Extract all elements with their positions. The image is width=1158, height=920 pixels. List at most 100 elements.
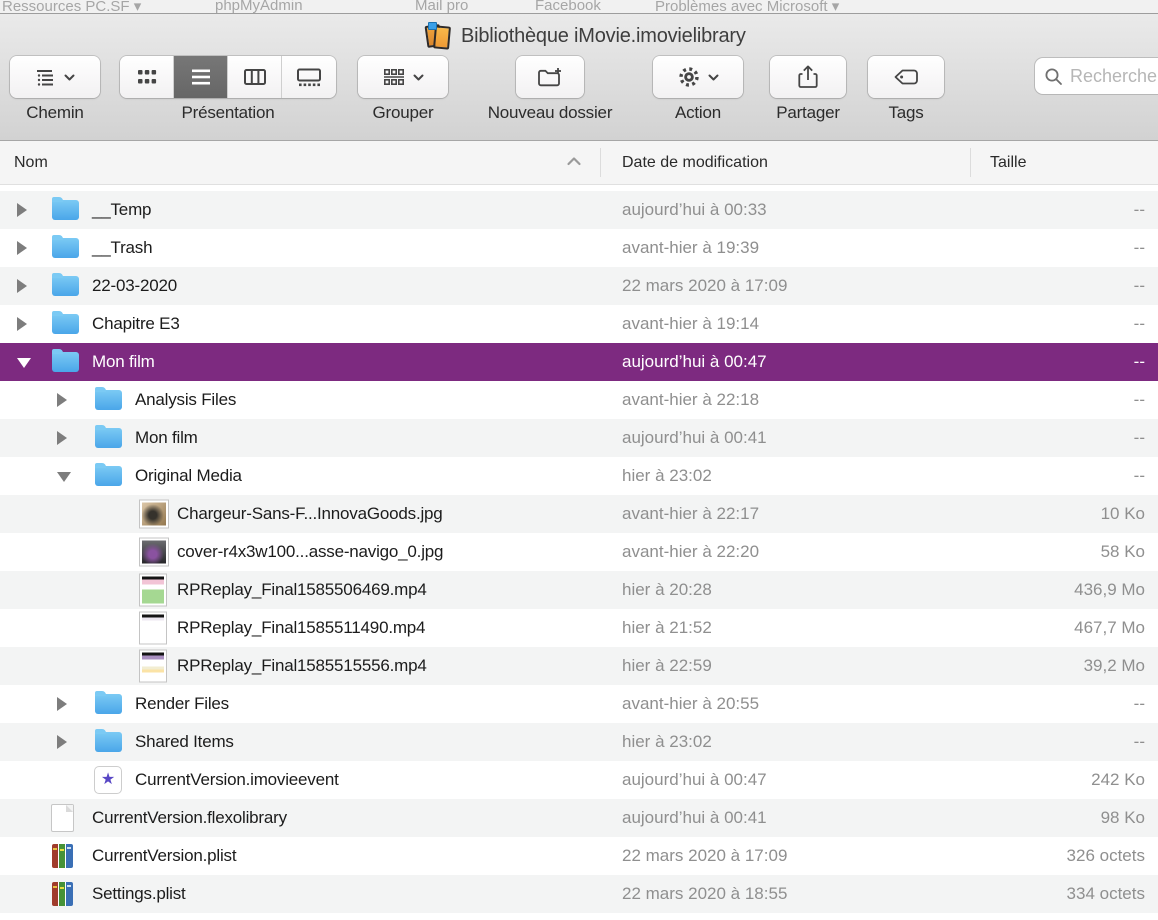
column-header-date[interactable]: Date de modification xyxy=(622,141,768,185)
table-row[interactable]: Original Media hier à 23:02 -- xyxy=(0,457,1158,495)
jpg-chargeur-icon xyxy=(140,500,168,528)
new-folder-button[interactable] xyxy=(516,56,584,98)
action-button[interactable] xyxy=(653,56,743,98)
toolbar: Chemin Présentation Grouper Nouveau doss… xyxy=(0,55,1158,141)
file-name: Original Media xyxy=(135,466,242,485)
file-size: -- xyxy=(1133,200,1145,219)
group-icon xyxy=(383,68,404,86)
file-modified-date: hier à 23:02 xyxy=(622,466,712,485)
table-row[interactable]: CurrentVersion.flexolibrary aujourd’hui … xyxy=(0,799,1158,837)
file-size: -- xyxy=(1133,390,1145,409)
table-row[interactable]: RPReplay_Final1585506469.mp4 hier à 20:2… xyxy=(0,571,1158,609)
disclosure-triangle-icon[interactable] xyxy=(17,279,27,293)
action-button-label: Action xyxy=(674,103,722,122)
window-title: Bibliothèque iMovie.imovielibrary xyxy=(424,22,746,51)
file-modified-date: aujourd’hui à 00:41 xyxy=(622,808,767,827)
view-columns-segment[interactable] xyxy=(228,56,282,98)
file-size: -- xyxy=(1133,314,1145,333)
table-row[interactable]: __Trash avant-hier à 19:39 -- xyxy=(0,229,1158,267)
titlebar: Bibliothèque iMovie.imovielibrary xyxy=(0,14,1158,55)
window-title-text: Bibliothèque iMovie.imovielibrary xyxy=(461,25,746,47)
disclosure-triangle-icon[interactable] xyxy=(17,203,27,217)
table-row[interactable]: RPReplay_Final1585515556.mp4 hier à 22:5… xyxy=(0,647,1158,685)
file-name: CurrentVersion.imovieevent xyxy=(135,770,339,789)
new-folder-label: Nouveau dossier xyxy=(487,103,613,122)
disclosure-triangle-icon[interactable] xyxy=(57,735,67,749)
folder-icon xyxy=(52,273,79,296)
share-button[interactable] xyxy=(770,56,846,98)
table-row[interactable]: Chapitre E3 avant-hier à 19:14 -- xyxy=(0,305,1158,343)
search-input[interactable] xyxy=(1070,65,1158,87)
file-modified-date: avant-hier à 19:14 xyxy=(622,314,760,333)
file-size: 467,7 Mo xyxy=(1074,618,1145,637)
background-bookmarks-bar: Ressources PC.SF ▾ phpMyAdmin Mail pro F… xyxy=(0,0,1158,14)
folder-icon xyxy=(95,463,122,486)
tags-button[interactable] xyxy=(868,56,944,98)
plist-icon xyxy=(52,844,73,868)
disclosure-triangle-icon[interactable] xyxy=(57,472,71,482)
column-divider[interactable] xyxy=(970,148,971,177)
view-icons-segment[interactable] xyxy=(120,56,174,98)
folder-icon xyxy=(52,235,79,258)
column-divider[interactable] xyxy=(600,148,601,177)
share-button-label: Partager xyxy=(776,103,840,122)
path-menu-button[interactable] xyxy=(10,56,100,98)
table-row[interactable]: 22-03-2020 22 mars 2020 à 17:09 -- xyxy=(0,267,1158,305)
table-row[interactable]: RPReplay_Final1585511490.mp4 hier à 21:5… xyxy=(0,609,1158,647)
search-field[interactable] xyxy=(1035,58,1158,94)
table-row[interactable]: cover-r4x3w100...asse-navigo_0.jpg avant… xyxy=(0,533,1158,571)
file-name: RPReplay_Final1585515556.mp4 xyxy=(177,656,427,675)
column-header-size[interactable]: Taille xyxy=(990,141,1026,185)
file-name: Chapitre E3 xyxy=(92,314,180,333)
file-name: 22-03-2020 xyxy=(92,276,177,295)
table-row[interactable]: Mon film aujourd’hui à 00:47 -- xyxy=(0,343,1158,381)
table-row[interactable]: Settings.plist 22 mars 2020 à 18:55 334 … xyxy=(0,875,1158,913)
file-modified-date: avant-hier à 22:20 xyxy=(622,542,760,561)
file-modified-date: avant-hier à 22:18 xyxy=(622,390,760,409)
tag-icon xyxy=(894,69,918,85)
file-modified-date: 22 mars 2020 à 17:09 xyxy=(622,846,788,865)
view-list-segment[interactable] xyxy=(174,56,228,98)
table-row[interactable]: CurrentVersion.plist 22 mars 2020 à 17:0… xyxy=(0,837,1158,875)
file-name: __Temp xyxy=(92,200,152,219)
file-size: 58 Ko xyxy=(1100,542,1145,561)
group-button[interactable] xyxy=(358,56,448,98)
file-modified-date: hier à 20:28 xyxy=(622,580,712,599)
chevron-down-icon xyxy=(708,74,719,80)
file-size: -- xyxy=(1133,466,1145,485)
file-name: RPReplay_Final1585506469.mp4 xyxy=(177,580,427,599)
disclosure-triangle-icon[interactable] xyxy=(57,393,67,407)
background-bookmark: Mail pro xyxy=(415,0,469,14)
imovie-event-icon xyxy=(95,767,121,793)
jpg-cover-icon xyxy=(140,538,168,566)
table-row[interactable]: Analysis Files avant-hier à 22:18 -- xyxy=(0,381,1158,419)
table-row[interactable]: Render Files avant-hier à 20:55 -- xyxy=(0,685,1158,723)
plist-icon xyxy=(52,882,73,906)
background-bookmark: phpMyAdmin xyxy=(215,0,303,14)
chevron-down-icon xyxy=(413,74,424,80)
disclosure-triangle-icon[interactable] xyxy=(17,317,27,331)
view-gallery-segment[interactable] xyxy=(282,56,336,98)
disclosure-triangle-icon[interactable] xyxy=(57,431,67,445)
imovie-library-icon xyxy=(424,22,452,51)
mp4-3-icon xyxy=(140,650,166,682)
file-modified-date: aujourd’hui à 00:47 xyxy=(622,770,767,789)
table-row[interactable]: CurrentVersion.imovieevent aujourd’hui à… xyxy=(0,761,1158,799)
chevron-down-icon xyxy=(64,74,75,80)
folder-icon xyxy=(95,691,122,714)
table-row[interactable]: Chargeur-Sans-F...InnovaGoods.jpg avant-… xyxy=(0,495,1158,533)
file-size: 10 Ko xyxy=(1100,504,1145,523)
disclosure-triangle-icon[interactable] xyxy=(57,697,67,711)
table-row[interactable]: Mon film aujourd’hui à 00:41 -- xyxy=(0,419,1158,457)
disclosure-triangle-icon[interactable] xyxy=(17,358,31,368)
table-row[interactable]: __Temp aujourd’hui à 00:33 -- xyxy=(0,191,1158,229)
file-size: -- xyxy=(1133,732,1145,751)
folder-icon xyxy=(52,349,79,372)
file-name: CurrentVersion.plist xyxy=(92,846,237,865)
file-modified-date: 22 mars 2020 à 18:55 xyxy=(622,884,788,903)
disclosure-triangle-icon[interactable] xyxy=(17,241,27,255)
table-row[interactable]: Shared Items hier à 23:02 -- xyxy=(0,723,1158,761)
column-header-name[interactable]: Nom xyxy=(14,141,48,185)
folder-icon xyxy=(95,387,122,410)
tags-button-label: Tags xyxy=(888,103,924,122)
